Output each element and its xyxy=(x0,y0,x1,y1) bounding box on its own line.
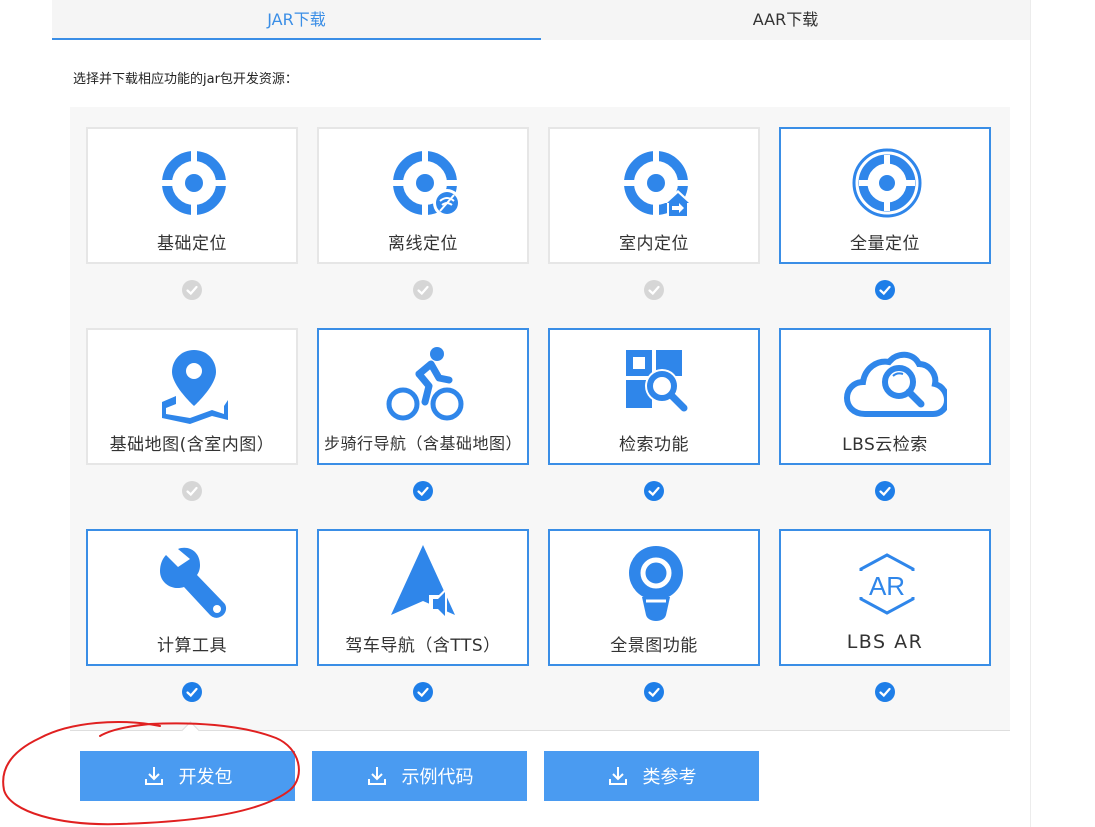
map-pin-icon xyxy=(162,350,228,424)
download-panel: JAR下载 AAR下载 选择并下载相应功能的jar包开发资源： 基础定位 离线定… xyxy=(52,0,1031,827)
checkmark-icon xyxy=(417,285,429,296)
module-card-lbs-cloud-search[interactable]: LBS云检索 xyxy=(779,328,991,465)
checkmark-icon xyxy=(186,687,198,698)
module-label: 基础地图(含室内图） xyxy=(109,435,275,455)
module-card-offline-location[interactable]: 离线定位 xyxy=(317,127,529,264)
download-icon xyxy=(144,767,163,785)
offline-location-icon xyxy=(393,151,461,217)
download-icon xyxy=(367,767,386,785)
check-basic-location[interactable] xyxy=(182,280,202,300)
search-grid-icon xyxy=(626,350,688,412)
checkmark-icon xyxy=(186,285,198,296)
cloud-search-icon xyxy=(843,351,947,417)
checkmark-icon xyxy=(648,687,660,698)
check-panorama[interactable] xyxy=(644,682,664,702)
wrench-icon xyxy=(160,547,227,618)
checkmark-icon xyxy=(186,486,198,497)
checkmark-icon xyxy=(417,687,429,698)
button-label: 示例代码 xyxy=(401,767,474,788)
check-drive-navigation[interactable] xyxy=(413,682,433,702)
tab-bar: JAR下载 AAR下载 xyxy=(52,0,1030,40)
check-calc-tools[interactable] xyxy=(182,682,202,702)
button-label: 类参考 xyxy=(642,767,697,788)
module-card-basic-map[interactable]: 基础地图(含室内图） xyxy=(86,328,298,465)
module-label: 全量定位 xyxy=(850,234,920,254)
checkmark-icon xyxy=(879,486,891,497)
location-target-icon xyxy=(162,151,226,215)
module-card-cycling-navigation[interactable]: 步骑行导航（含基础地图） xyxy=(317,328,529,465)
module-card-full-location[interactable]: 全量定位 xyxy=(779,127,991,264)
divider xyxy=(70,730,1010,731)
module-card-panorama[interactable]: 全景图功能 xyxy=(548,529,760,666)
module-card-search[interactable]: 检索功能 xyxy=(548,328,760,465)
checkmark-icon xyxy=(879,285,891,296)
module-card-basic-location[interactable]: 基础定位 xyxy=(86,127,298,264)
check-indoor-location[interactable] xyxy=(644,280,664,300)
button-label: 开发包 xyxy=(178,767,233,788)
module-label: 步骑行导航（含基础地图） xyxy=(323,434,522,453)
module-card-indoor-location[interactable]: 室内定位 xyxy=(548,127,760,264)
module-card-calc-tools[interactable]: 计算工具 xyxy=(86,529,298,666)
module-grid: 基础定位 离线定位 室内定位 全量定位 基础地图(含室内图） 步骑行导航（含基础… xyxy=(70,107,1010,730)
download-sdk-button[interactable]: 开发包 xyxy=(80,751,295,801)
navigation-arrow-icon xyxy=(391,545,455,621)
module-label: LBS云检索 xyxy=(842,435,928,455)
tab-jar-download[interactable]: JAR下载 xyxy=(52,0,541,40)
check-basic-map[interactable] xyxy=(182,481,202,501)
check-lbs-ar[interactable] xyxy=(875,682,895,702)
checkmark-icon xyxy=(648,486,660,497)
full-location-icon xyxy=(852,148,922,218)
module-label: 驾车导航（含TTS） xyxy=(345,636,501,656)
instruction-text: 选择并下载相应功能的jar包开发资源： xyxy=(73,72,298,87)
module-label: 室内定位 xyxy=(619,234,689,254)
check-offline-location[interactable] xyxy=(413,280,433,300)
check-full-location[interactable] xyxy=(875,280,895,300)
panorama-pin-icon xyxy=(629,546,683,621)
check-search[interactable] xyxy=(644,481,664,501)
module-label: 全景图功能 xyxy=(610,636,698,656)
download-sample-code-button[interactable]: 示例代码 xyxy=(312,751,527,801)
ar-hexagon-icon: AR xyxy=(855,553,919,615)
checkmark-icon xyxy=(879,687,891,698)
checkmark-icon xyxy=(648,285,660,296)
download-class-reference-button[interactable]: 类参考 xyxy=(544,751,759,801)
module-label: 计算工具 xyxy=(157,636,227,656)
module-label: 检索功能 xyxy=(619,435,689,455)
tab-aar-download[interactable]: AAR下载 xyxy=(541,0,1030,40)
ar-icon-text: AR xyxy=(869,571,905,601)
module-label: 离线定位 xyxy=(388,234,458,254)
checkmark-icon xyxy=(417,486,429,497)
module-label: 基础定位 xyxy=(157,234,227,254)
cycling-icon xyxy=(386,347,464,421)
module-card-drive-navigation[interactable]: 驾车导航（含TTS） xyxy=(317,529,529,666)
indoor-location-icon xyxy=(624,151,692,218)
download-icon xyxy=(608,767,627,785)
module-label: LBS AR xyxy=(846,631,924,653)
check-cycling-navigation[interactable] xyxy=(413,481,433,501)
module-card-lbs-ar[interactable]: AR LBS AR xyxy=(779,529,991,666)
check-lbs-cloud-search[interactable] xyxy=(875,481,895,501)
